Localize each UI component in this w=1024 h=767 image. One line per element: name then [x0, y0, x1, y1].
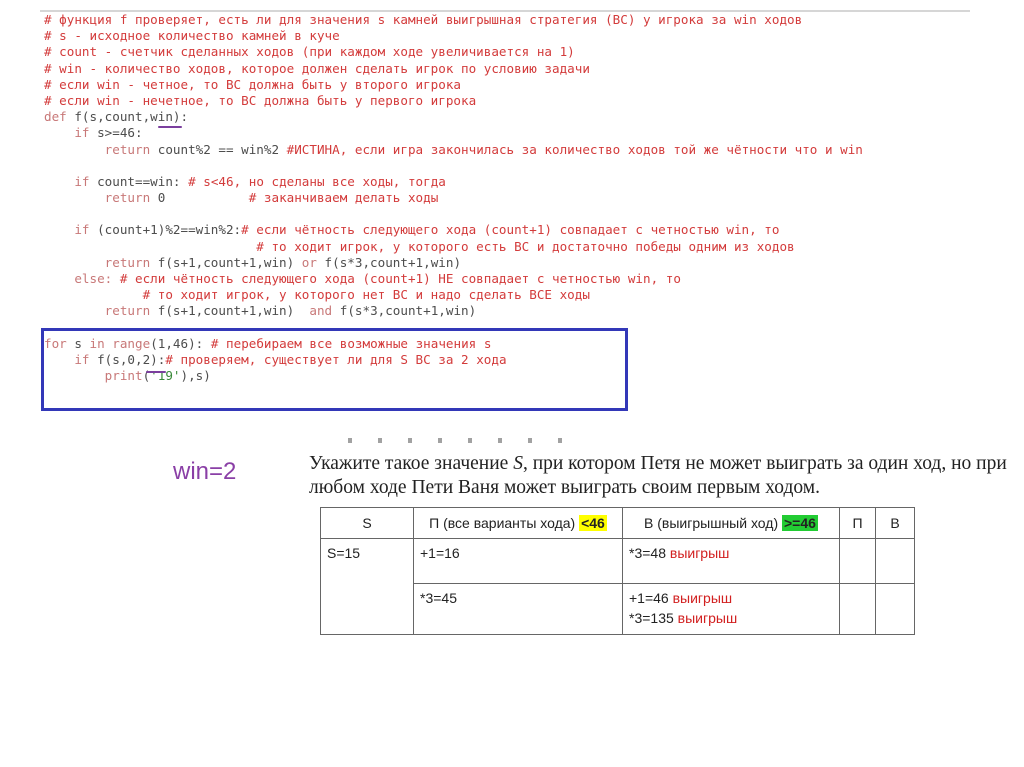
header-v: В — [875, 507, 915, 539]
code-token: return — [44, 303, 158, 319]
move-cell: +1=16 — [413, 538, 623, 584]
code-line: # если win - четное, то ВС должна быть у… — [44, 77, 863, 93]
code-token: # если чётность следующего хода (count+1… — [119, 271, 681, 286]
code-token: f(s+1,count+1,win) — [157, 254, 302, 270]
header-vanya: В (выигрышный ход) >=46 — [622, 507, 840, 539]
header-p: П — [839, 507, 876, 539]
ge-46-highlight: >=46 — [782, 515, 818, 531]
win-label: выигрыш — [669, 545, 730, 561]
reply-cell: *3=48 выигрыш — [622, 538, 840, 584]
code-token: return — [44, 254, 158, 270]
code-token: if — [44, 173, 98, 189]
code-token: return — [44, 141, 158, 157]
code-token: and — [309, 303, 340, 319]
code-token: # заканчиваем делать ходы — [248, 190, 439, 206]
code-token: return — [44, 190, 158, 206]
code-line: # то ходит игрок, у которого есть ВС и д… — [44, 239, 863, 255]
s-cell: S=15 — [320, 538, 414, 635]
cropped-text-remnant — [348, 438, 578, 443]
code-token: # функция f проверяет, есть ли для значе… — [44, 12, 803, 27]
code-token: f(s,count,win): — [74, 109, 189, 125]
code-token: count==win: — [97, 173, 189, 189]
code-token: def — [44, 109, 75, 125]
code-token: f(s*3,count+1,win) — [324, 254, 462, 270]
code-token: f(s*3,count+1,win) — [339, 303, 477, 319]
code-line: def f(s,count,win): — [44, 109, 863, 125]
code-token: # если win - четное, то ВС должна быть у… — [44, 76, 462, 92]
main-loop-highlight-box — [41, 328, 628, 411]
code-line: return f(s+1,count+1,win) or f(s*3,count… — [44, 255, 863, 271]
code-token: # s - исходное количество камней в куче — [44, 28, 340, 44]
empty-cell — [839, 538, 876, 584]
code-line: if count==win: # s<46, но сделаны все хо… — [44, 174, 863, 190]
code-line: return 0 # заканчиваем делать ходы — [44, 190, 863, 206]
move-cell: *3=45 — [413, 583, 623, 635]
empty-cell — [839, 583, 876, 635]
code-line: else: # если чётность следующего хода (c… — [44, 271, 863, 287]
reply-cell: +1=46 выигрыш *3=135 выигрыш — [622, 583, 840, 635]
empty-cell — [875, 583, 915, 635]
empty-cell — [875, 538, 915, 584]
code-token: (count+1)%2==win%2: — [97, 222, 242, 238]
code-line: # функция f проверяет, есть ли для значе… — [44, 12, 863, 28]
task-statement: Укажите такое значение S, при котором Пе… — [309, 453, 1007, 498]
code-line: # s - исходное количество камней в куче — [44, 28, 863, 44]
table-header-row: S П (все варианты хода) <46 В (выигрышны… — [320, 507, 915, 539]
less-46-highlight: <46 — [579, 515, 607, 531]
code-line: # то ходит игрок, у которого нет ВС и на… — [44, 287, 863, 303]
code-token: # s<46, но сделаны все ходы, тогда — [188, 173, 446, 189]
code-token: # если win - нечетное, то ВС должна быть… — [44, 92, 477, 108]
code-line: if (count+1)%2==win%2:# если чётность сл… — [44, 222, 863, 238]
win-param-underline — [158, 126, 182, 128]
win-annotation: win=2 — [173, 458, 237, 485]
code-token: # то ходит игрок, у которого нет ВС и на… — [44, 287, 590, 303]
code-line: return f(s+1,count+1,win) and f(s*3,coun… — [44, 303, 863, 319]
code-token: or — [301, 254, 325, 270]
code-token: # то ходит игрок, у которого есть ВС и д… — [44, 238, 795, 254]
code-token: count%2 == win%2 — [157, 141, 287, 157]
code-line: # если win - нечетное, то ВС должна быть… — [44, 93, 863, 109]
code-token: 0 — [157, 190, 249, 206]
win-label: выигрыш — [677, 610, 738, 626]
code-line: return count%2 == win%2 #ИСТИНА, если иг… — [44, 142, 863, 158]
table-row: S=15 +1=16 *3=48 выигрыш — [320, 538, 915, 635]
header-s: S — [320, 507, 414, 539]
task-variable: S — [513, 453, 523, 474]
code-line: # count - счетчик сделанных ходов (при к… — [44, 44, 863, 60]
code-token: # count - счетчик сделанных ходов (при к… — [44, 44, 575, 60]
header-petya: П (все варианты хода) <46 — [413, 507, 623, 539]
moves-table: S П (все варианты хода) <46 В (выигрышны… — [320, 507, 915, 635]
code-token: # win - количество ходов, которое должен… — [44, 60, 590, 76]
code-line: # win - количество ходов, которое должен… — [44, 61, 863, 77]
code-token: else: — [44, 271, 120, 286]
code-token: if — [44, 222, 98, 238]
code-token: f(s+1,count+1,win) — [157, 303, 310, 319]
code-token: # если чётность следующего хода (count+1… — [241, 222, 780, 238]
code-token: if — [44, 125, 98, 141]
win-label: выигрыш — [672, 590, 733, 606]
code-token: #ИСТИНА, если игра закончилась за количе… — [286, 141, 863, 157]
code-token: s>=46: — [97, 125, 143, 141]
